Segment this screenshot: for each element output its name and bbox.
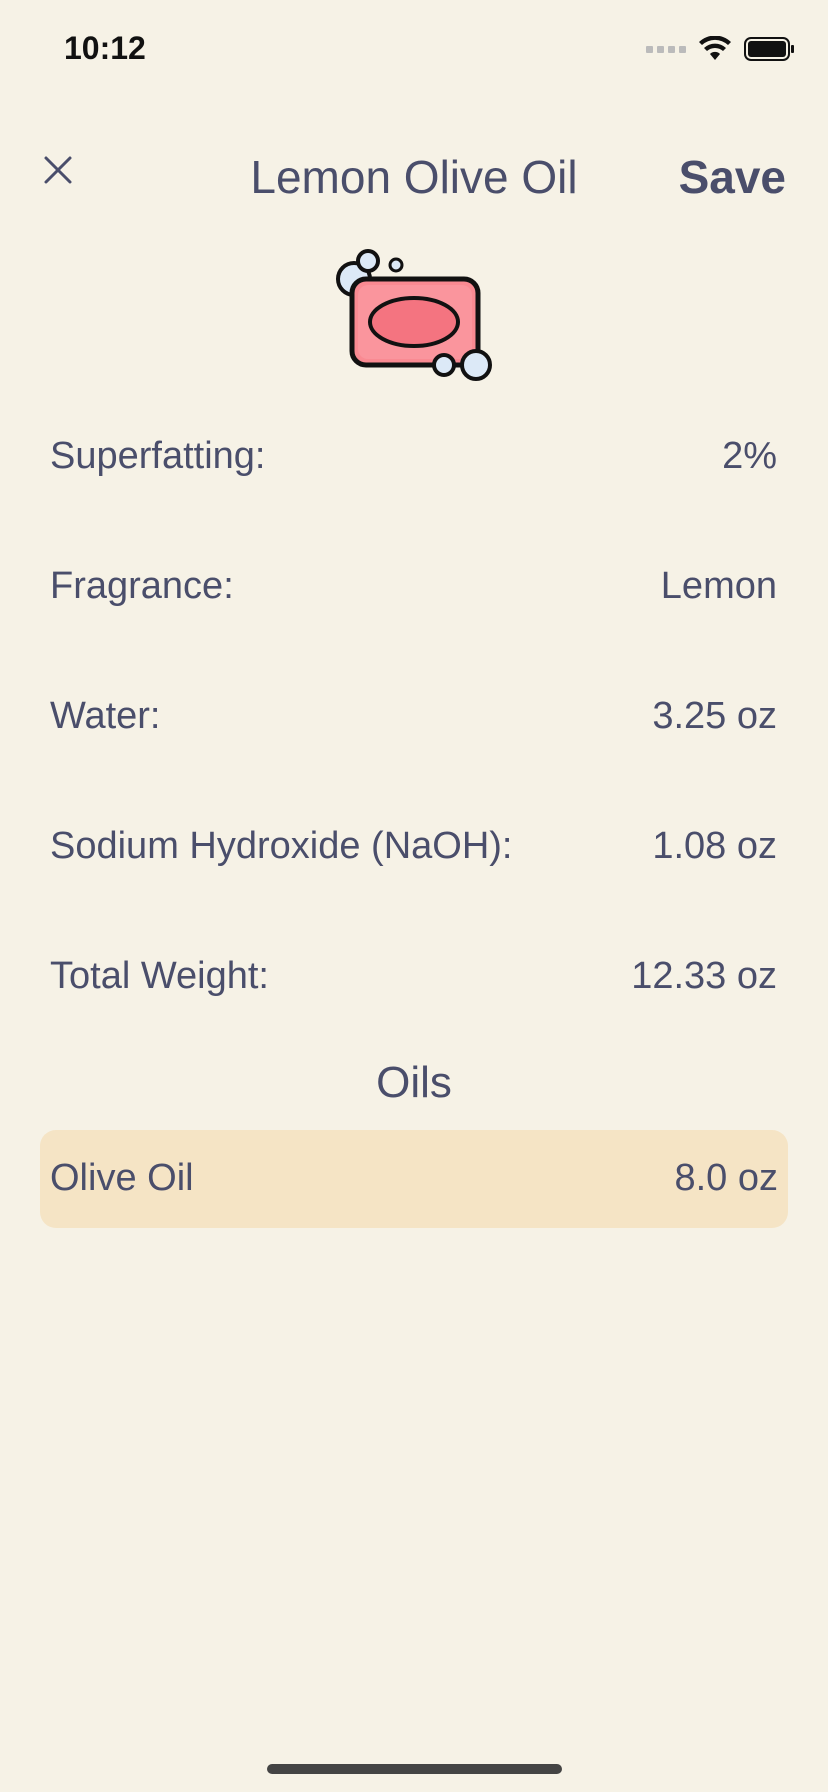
status-icons bbox=[646, 36, 796, 62]
oil-list-item[interactable]: Olive Oil 8.0 oz bbox=[40, 1130, 788, 1228]
detail-row-fragrance: Fragrance: Lemon bbox=[50, 545, 777, 675]
detail-value: 2% bbox=[722, 435, 777, 477]
battery-icon bbox=[744, 37, 794, 61]
status-time: 10:12 bbox=[64, 30, 146, 66]
detail-label: Sodium Hydroxide (NaOH): bbox=[50, 825, 513, 867]
detail-row-superfatting: Superfatting: 2% bbox=[50, 415, 777, 545]
detail-row-water: Water: 3.25 oz bbox=[50, 675, 777, 805]
home-indicator[interactable] bbox=[267, 1764, 562, 1774]
oil-amount: 8.0 oz bbox=[674, 1157, 778, 1199]
oil-name: Olive Oil bbox=[50, 1157, 194, 1199]
detail-row-total-weight: Total Weight: 12.33 oz bbox=[50, 935, 777, 1065]
detail-label: Water: bbox=[50, 695, 161, 737]
detail-value: 12.33 oz bbox=[631, 955, 777, 997]
detail-value: 3.25 oz bbox=[652, 695, 777, 737]
cellular-signal-icon bbox=[646, 45, 686, 53]
detail-label: Superfatting: bbox=[50, 435, 266, 477]
oils-section-title: Oils bbox=[376, 1058, 452, 1107]
detail-value: Lemon bbox=[660, 565, 777, 607]
wifi-icon bbox=[699, 36, 731, 60]
detail-value: 1.08 oz bbox=[652, 825, 777, 867]
header: Lemon Olive Oil Save bbox=[0, 140, 828, 210]
save-button[interactable]: Save bbox=[679, 150, 786, 204]
detail-label: Total Weight: bbox=[50, 955, 269, 997]
recipe-details: Superfatting: 2% Fragrance: Lemon Water:… bbox=[50, 415, 777, 1065]
detail-row-sodium-hydroxide: Sodium Hydroxide (NaOH): 1.08 oz bbox=[50, 805, 777, 935]
status-bar: 10:12 bbox=[0, 0, 828, 100]
detail-label: Fragrance: bbox=[50, 565, 234, 607]
soap-bar-icon bbox=[336, 249, 492, 381]
